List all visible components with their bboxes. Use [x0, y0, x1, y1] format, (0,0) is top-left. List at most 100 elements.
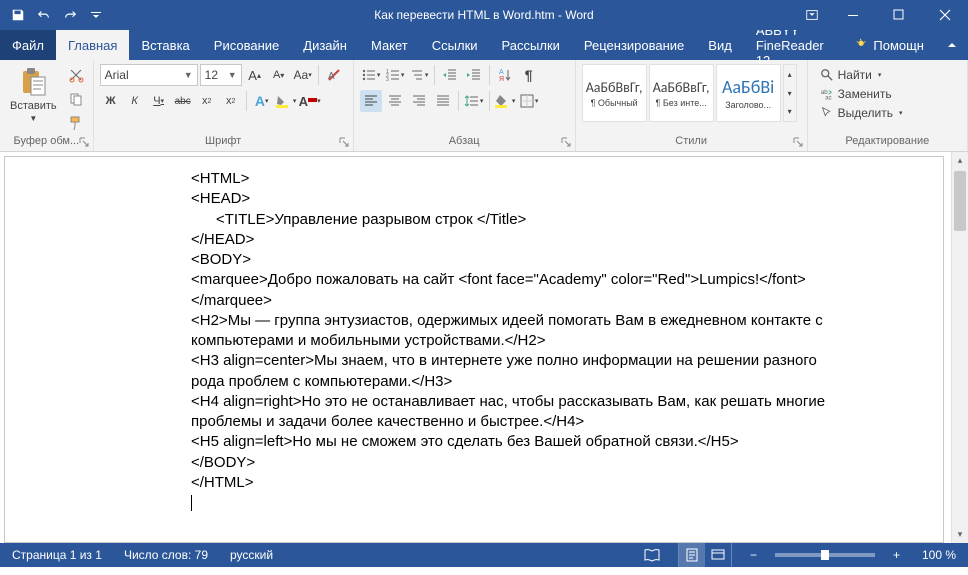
line-spacing-button[interactable]: ▾ — [463, 90, 485, 112]
word-count-status[interactable]: Число слов: 79 — [120, 543, 212, 567]
group-clipboard: Вставить ▼ Буфер обм... — [0, 60, 94, 151]
justify-button[interactable] — [432, 90, 454, 112]
find-label: Найти — [838, 68, 872, 82]
font-dialog-launcher[interactable] — [337, 135, 351, 149]
zoom-slider-knob[interactable] — [821, 550, 829, 560]
styles-expand[interactable]: ▾ — [784, 102, 796, 121]
replace-button[interactable]: abac Заменить — [816, 85, 896, 103]
decrease-indent-button[interactable] — [439, 64, 461, 86]
paste-button[interactable]: Вставить ▼ — [6, 64, 61, 125]
find-button[interactable]: Найти▾ — [816, 66, 886, 84]
tab-mailings[interactable]: Рассылки — [490, 30, 572, 60]
format-painter-button[interactable] — [65, 112, 87, 134]
page-number-status[interactable]: Страница 1 из 1 — [8, 543, 106, 567]
scroll-down-button[interactable]: ▾ — [952, 526, 968, 543]
shrink-font-button[interactable]: A▾ — [268, 64, 290, 86]
zoom-slider[interactable] — [775, 553, 875, 557]
styles-gallery-scroll[interactable]: ▴ ▾ ▾ — [783, 64, 797, 122]
tab-view[interactable]: Вид — [696, 30, 744, 60]
replace-label: Заменить — [838, 87, 892, 101]
style-no-spacing[interactable]: АаБбВвГг, ¶ Без инте... — [649, 64, 714, 122]
styles-scroll-down[interactable]: ▾ — [784, 84, 796, 103]
align-left-button[interactable] — [360, 90, 382, 112]
styles-dialog-launcher[interactable] — [791, 135, 805, 149]
read-mode-icon[interactable] — [640, 543, 664, 567]
zoom-level-button[interactable]: 100 % — [918, 543, 960, 567]
tab-draw[interactable]: Рисование — [202, 30, 291, 60]
ribbon-display-options-button[interactable] — [794, 0, 830, 30]
show-marks-button[interactable]: ¶ — [518, 64, 540, 86]
doc-line: <H2>Мы — группа энтузиастов, одержимых и… — [191, 311, 851, 352]
numbering-button[interactable]: 123▾ — [384, 64, 406, 86]
shading-button[interactable]: ▾ — [494, 90, 516, 112]
tab-file[interactable]: Файл — [0, 30, 56, 60]
grow-font-button[interactable]: A▴ — [244, 64, 266, 86]
font-size-combo[interactable]: 12▼ — [200, 64, 242, 86]
highlight-button[interactable]: ▾ — [275, 90, 297, 112]
doc-line: <BODY> — [191, 250, 943, 270]
qat-customize-button[interactable] — [84, 3, 108, 27]
doc-line: </HEAD> — [191, 230, 943, 250]
collapse-ribbon-button[interactable] — [936, 30, 968, 60]
clear-formatting-button[interactable]: A — [323, 64, 345, 86]
tab-home[interactable]: Главная — [56, 30, 129, 60]
bullets-button[interactable]: ▾ — [360, 64, 382, 86]
zoom-in-button[interactable]: + — [889, 543, 904, 567]
doc-cursor — [191, 493, 943, 513]
scroll-thumb[interactable] — [954, 171, 966, 231]
select-button[interactable]: Выделить▾ — [816, 104, 907, 122]
web-layout-view-button[interactable] — [705, 543, 731, 567]
multilevel-list-button[interactable]: ▾ — [408, 64, 430, 86]
document-page[interactable]: <HTML> <HEAD> <TITLE>Управление разрывом… — [4, 156, 944, 543]
save-button[interactable] — [6, 3, 30, 27]
zoom-out-button[interactable]: − — [746, 543, 761, 567]
tab-insert[interactable]: Вставка — [129, 30, 201, 60]
text-effects-button[interactable]: A▾ — [251, 90, 273, 112]
tab-references[interactable]: Ссылки — [420, 30, 490, 60]
group-clipboard-label: Буфер обм... — [6, 135, 87, 149]
svg-text:Я: Я — [499, 76, 504, 83]
font-color-button[interactable]: A▾ — [299, 90, 321, 112]
redo-button[interactable] — [58, 3, 82, 27]
scroll-up-button[interactable]: ▴ — [952, 152, 968, 169]
style-normal[interactable]: АаБбВвГг, ¶ Обычный — [582, 64, 647, 122]
change-case-button[interactable]: Aa▾ — [292, 64, 314, 86]
style-heading1[interactable]: АаБбВі Заголово... — [716, 64, 781, 122]
print-layout-view-button[interactable] — [679, 543, 705, 567]
window-title: Как перевести HTML в Word.htm - Word — [374, 8, 593, 22]
align-right-button[interactable] — [408, 90, 430, 112]
italic-button[interactable]: К — [124, 90, 146, 112]
tab-layout[interactable]: Макет — [359, 30, 420, 60]
strikethrough-button[interactable]: abc — [172, 90, 194, 112]
maximize-button[interactable] — [876, 0, 922, 30]
increase-indent-button[interactable] — [463, 64, 485, 86]
copy-button[interactable] — [65, 88, 87, 110]
minimize-button[interactable] — [830, 0, 876, 30]
scroll-track[interactable] — [952, 169, 968, 526]
tell-me-button[interactable]: Помощн — [843, 30, 936, 60]
tab-abbyy[interactable]: ABBYY FineReader 12 — [744, 30, 844, 60]
doc-line: <HTML> — [191, 169, 943, 189]
borders-button[interactable]: ▾ — [518, 90, 540, 112]
tab-design[interactable]: Дизайн — [291, 30, 359, 60]
align-center-button[interactable] — [384, 90, 406, 112]
undo-button[interactable] — [32, 3, 56, 27]
styles-scroll-up[interactable]: ▴ — [784, 65, 796, 84]
language-status[interactable]: русский — [226, 543, 277, 567]
doc-line: </BODY> — [191, 453, 943, 473]
group-editing: Найти▾ abac Заменить Выделить▾ Редактиро… — [808, 60, 968, 151]
sort-button[interactable]: AЯ — [494, 64, 516, 86]
superscript-button[interactable]: x2 — [220, 90, 242, 112]
doc-line: <H5 align=left>Но мы не сможем это сдела… — [191, 432, 851, 452]
cut-button[interactable] — [65, 64, 87, 86]
tab-review[interactable]: Рецензирование — [572, 30, 696, 60]
close-button[interactable] — [922, 0, 968, 30]
underline-button[interactable]: Ч▾ — [148, 90, 170, 112]
doc-line: <HEAD> — [191, 189, 943, 209]
paragraph-dialog-launcher[interactable] — [559, 135, 573, 149]
subscript-button[interactable]: x2 — [196, 90, 218, 112]
bold-button[interactable]: Ж — [100, 90, 122, 112]
font-name-combo[interactable]: Arial▼ — [100, 64, 198, 86]
clipboard-dialog-launcher[interactable] — [77, 135, 91, 149]
vertical-scrollbar[interactable]: ▴ ▾ — [951, 152, 968, 543]
